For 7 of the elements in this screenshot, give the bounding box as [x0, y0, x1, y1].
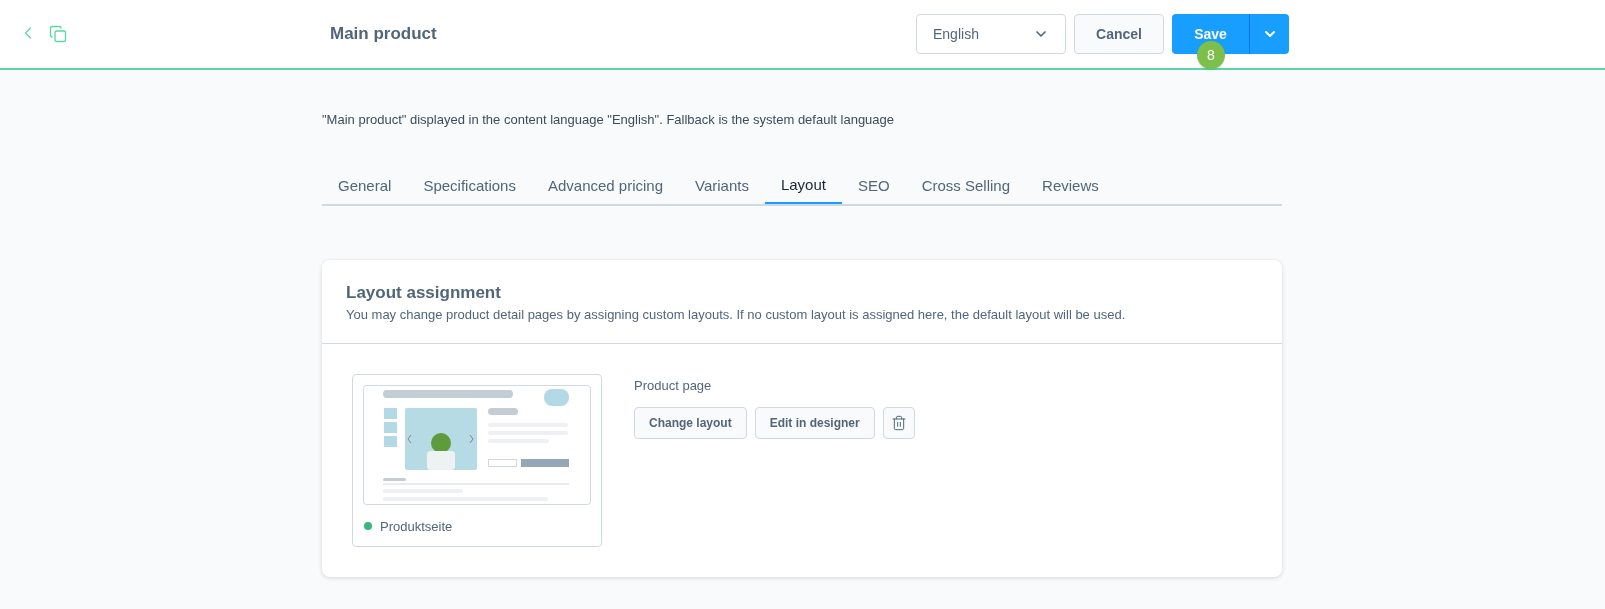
- card-subtitle: You may change product detail pages by assigning custom layouts. If no custom layout is assigned here, the default layout will be used.: [346, 306, 1127, 324]
- info-text: "Main product" displayed in the content language "English". Fallback is the system default language: [322, 111, 896, 129]
- layout-name: Produktseite: [380, 517, 453, 536]
- page-title: Main product: [330, 23, 437, 46]
- field-label: Product page: [634, 376, 713, 395]
- tour-step-tooltip: 8: [1197, 41, 1225, 69]
- card-title: Layout assignment: [346, 281, 502, 304]
